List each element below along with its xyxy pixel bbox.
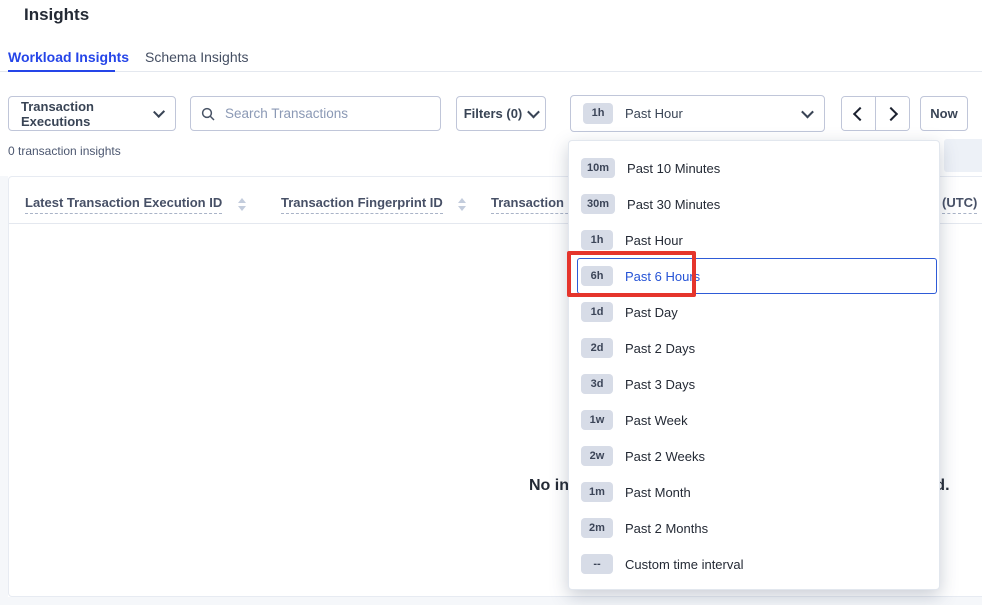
execution-type-select[interactable]: Transaction Executions: [8, 96, 176, 131]
page-background-strip: [0, 597, 982, 605]
time-option[interactable]: 6h Past 6 Hours: [577, 258, 937, 294]
column-header-transaction-fingerprint-id[interactable]: Transaction Fingerprint ID: [281, 195, 443, 214]
time-option-label: Past Month: [625, 485, 691, 500]
next-interval-button[interactable]: [875, 97, 909, 130]
search-field[interactable]: [190, 96, 441, 131]
time-option-label: Past Week: [625, 413, 688, 428]
active-tab-underline: [8, 70, 115, 72]
chevron-down-icon: [801, 106, 814, 119]
time-option-badge: 2m: [581, 518, 613, 539]
time-option[interactable]: 1m Past Month: [569, 474, 939, 510]
page-background-strip: [0, 176, 8, 605]
time-option-badge: 2d: [581, 338, 613, 359]
time-option[interactable]: 3d Past 3 Days: [569, 366, 939, 402]
time-option-label: Past 3 Days: [625, 377, 695, 392]
time-option-label: Past 30 Minutes: [627, 197, 720, 212]
search-input[interactable]: [223, 105, 430, 122]
time-option-badge: 1w: [581, 410, 613, 431]
previous-interval-button[interactable]: [842, 97, 875, 130]
time-option[interactable]: 2d Past 2 Days: [569, 330, 939, 366]
column-header-latest-transaction-execution-id[interactable]: Latest Transaction Execution ID: [25, 195, 222, 214]
time-option-label: Past 2 Months: [625, 521, 708, 536]
filters-label: Filters (0): [464, 106, 523, 121]
time-option-badge: --: [581, 554, 613, 575]
time-option[interactable]: 10m Past 10 Minutes: [569, 150, 939, 186]
time-interval-badge: 1h: [583, 103, 613, 123]
now-label: Now: [930, 106, 957, 121]
time-option-badge: 1h: [581, 230, 613, 251]
time-option-label: Custom time interval: [625, 557, 743, 572]
column-header-utc[interactable]: (UTC): [942, 195, 977, 214]
tab-bar: Workload Insights Schema Insights: [0, 46, 982, 72]
time-interval-label: Past Hour: [625, 106, 683, 121]
time-option-badge: 6h: [581, 266, 613, 287]
time-option-badge: 2w: [581, 446, 613, 467]
tab-schema-insights[interactable]: Schema Insights: [145, 49, 249, 65]
time-option-label: Past 2 Days: [625, 341, 695, 356]
now-button[interactable]: Now: [920, 96, 968, 131]
time-interval-dropdown: 10m Past 10 Minutes 30m Past 30 Minutes …: [568, 140, 940, 590]
time-option-label: Past 6 Hours: [625, 269, 700, 284]
search-icon: [201, 107, 215, 121]
time-nav-group: [841, 96, 910, 131]
time-option[interactable]: 30m Past 30 Minutes: [569, 186, 939, 222]
time-option[interactable]: 1w Past Week: [569, 402, 939, 438]
chevron-left-icon: [853, 106, 867, 120]
time-interval-picker[interactable]: 1h Past Hour: [570, 95, 825, 132]
time-option-badge: 1m: [581, 482, 613, 503]
time-option-badge: 10m: [581, 158, 615, 179]
time-option-label: Past Day: [625, 305, 678, 320]
chevron-right-icon: [884, 106, 898, 120]
insights-count: 0 transaction insights: [8, 144, 121, 158]
sort-icon[interactable]: [238, 198, 246, 211]
filters-button[interactable]: Filters (0): [456, 96, 546, 131]
time-option-label: Past Hour: [625, 233, 683, 248]
tab-workload-insights[interactable]: Workload Insights: [8, 49, 129, 65]
time-option[interactable]: 2m Past 2 Months: [569, 510, 939, 546]
time-option-badge: 3d: [581, 374, 613, 395]
time-option-badge: 30m: [581, 194, 615, 215]
page-title: Insights: [24, 5, 89, 25]
time-option-badge: 1d: [581, 302, 613, 323]
time-option[interactable]: 1h Past Hour: [569, 222, 939, 258]
time-option[interactable]: 1d Past Day: [569, 294, 939, 330]
execution-type-label: Transaction Executions: [21, 99, 155, 129]
sort-icon[interactable]: [458, 198, 466, 211]
time-option[interactable]: -- Custom time interval: [569, 546, 939, 582]
time-option-label: Past 2 Weeks: [625, 449, 705, 464]
chevron-down-icon: [527, 106, 540, 119]
time-option-label: Past 10 Minutes: [627, 161, 720, 176]
time-option[interactable]: 2w Past 2 Weeks: [569, 438, 939, 474]
clipped-element-fragment: [944, 139, 982, 172]
